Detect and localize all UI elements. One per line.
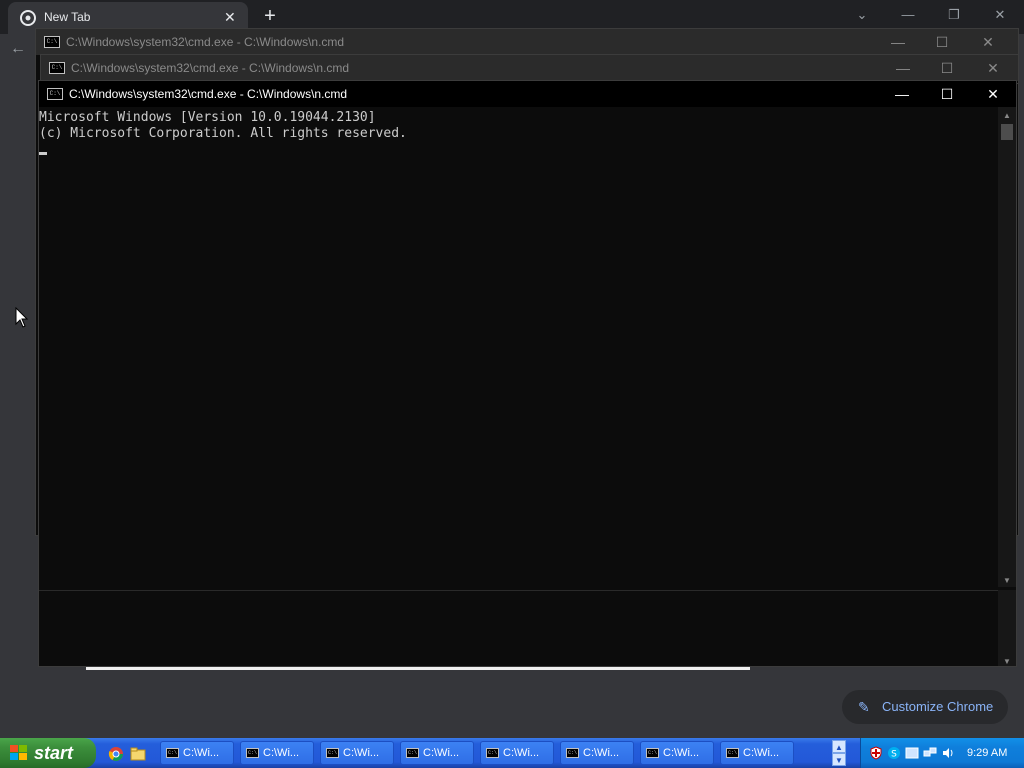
taskbar-item-cmd[interactable]: C:\ C:\Wi... (320, 741, 394, 765)
svg-text:S: S (891, 750, 897, 760)
mouse-pointer-icon (15, 307, 29, 328)
customize-chrome-button[interactable]: ✎ Customize Chrome (842, 690, 1008, 724)
task-label: C:\Wi... (663, 747, 700, 759)
system-tray: S 9:29 AM (860, 738, 1024, 768)
task-label: C:\Wi... (423, 747, 460, 759)
task-label: C:\Wi... (183, 747, 220, 759)
console-scrollbar[interactable]: ▲ ▼ (998, 107, 1016, 587)
cmd-icon: C:\ (406, 748, 419, 758)
task-label: C:\Wi... (583, 747, 620, 759)
taskbar-item-cmd[interactable]: C:\ C:\Wi... (480, 741, 554, 765)
task-label: C:\Wi... (343, 747, 380, 759)
display-icon[interactable] (905, 746, 919, 760)
minimize-button[interactable]: — (882, 83, 922, 105)
console-line: (c) Microsoft Corporation. All rights re… (39, 126, 407, 141)
horizontal-scrollbar[interactable] (86, 667, 750, 670)
cmd-icon: C:\ (246, 748, 259, 758)
network-icon[interactable] (923, 746, 937, 760)
text-cursor (39, 152, 47, 155)
chrome-restore-button[interactable]: ❐ (934, 4, 974, 26)
cmd-icon: C:\ (49, 62, 65, 74)
cmd-icon: C:\ (486, 748, 499, 758)
cmd-titlebar[interactable]: C:\ C:\Windows\system32\cmd.exe - C:\Win… (36, 29, 1018, 55)
console-lower-pane (39, 590, 999, 666)
taskbar-item-cmd[interactable]: C:\ C:\Wi... (240, 741, 314, 765)
console-cursor-line (39, 142, 999, 158)
chrome-minimize-button[interactable]: — (888, 4, 928, 26)
maximize-button[interactable]: ☐ (927, 83, 967, 105)
pencil-icon: ✎ (858, 699, 870, 715)
clock[interactable]: 9:29 AM (967, 738, 1007, 768)
cmd-icon: C:\ (566, 748, 579, 758)
cmd-icon: C:\ (726, 748, 739, 758)
minimize-button[interactable]: — (878, 31, 918, 53)
console-line: Microsoft Windows [Version 10.0.19044.21… (39, 110, 376, 125)
scrollbar-thumb[interactable] (1001, 124, 1013, 140)
taskbar: start C:\ C:\Wi... C:\ C:\Wi... C:\ C:\Wi..… (0, 738, 1024, 768)
tab-close-icon[interactable]: ✕ (224, 9, 236, 25)
scroll-up-icon[interactable]: ▲ (998, 111, 1016, 120)
skype-icon[interactable]: S (887, 746, 901, 760)
cmd-icon: C:\ (47, 88, 63, 100)
volume-icon[interactable] (941, 746, 955, 760)
tab-title: New Tab (44, 10, 91, 24)
cmd-icon: C:\ (326, 748, 339, 758)
security-shield-icon[interactable] (869, 746, 883, 760)
taskbar-scroll-down-icon[interactable]: ▼ (832, 753, 846, 766)
close-button[interactable]: ✕ (968, 31, 1008, 53)
cmd-window-active[interactable]: C:\ C:\Windows\system32\cmd.exe - C:\Win… (38, 80, 1017, 667)
taskbar-item-cmd[interactable]: C:\ C:\Wi... (560, 741, 634, 765)
cmd-titlebar[interactable]: C:\ C:\Windows\system32\cmd.exe - C:\Win… (39, 81, 1016, 107)
cmd-title: C:\Windows\system32\cmd.exe - C:\Windows… (69, 87, 348, 101)
cmd-icon: C:\ (44, 36, 60, 48)
maximize-button[interactable]: ☐ (922, 31, 962, 53)
start-label: start (34, 743, 74, 763)
taskbar-item-cmd[interactable]: C:\ C:\Wi... (640, 741, 714, 765)
minimize-button[interactable]: — (883, 57, 923, 79)
task-label: C:\Wi... (503, 747, 540, 759)
task-label: C:\Wi... (263, 747, 300, 759)
new-tab-button[interactable]: + (260, 5, 280, 27)
chrome-icon (20, 10, 36, 26)
taskbar-item-cmd[interactable]: C:\ C:\Wi... (160, 741, 234, 765)
windows-logo-icon (10, 745, 28, 761)
scroll-down-icon[interactable]: ▼ (998, 657, 1016, 666)
cmd-icon: C:\ (646, 748, 659, 758)
cmd-title: C:\Windows\system32\cmd.exe - C:\Windows… (71, 61, 350, 75)
taskbar-item-cmd[interactable]: C:\ C:\Wi... (720, 741, 794, 765)
taskbar-scroll-up-icon[interactable]: ▲ (832, 740, 846, 753)
close-button[interactable]: ✕ (973, 83, 1013, 105)
start-button[interactable]: start (0, 738, 96, 768)
console-output[interactable]: Microsoft Windows [Version 10.0.19044.21… (39, 107, 999, 587)
maximize-button[interactable]: ☐ (927, 57, 967, 79)
chrome-quicklaunch-icon[interactable] (108, 746, 124, 762)
chrome-close-button[interactable]: ✕ (980, 4, 1020, 26)
desktop: New Tab ✕ + ⌄ — ❐ ✕ ← ✎ Customize Chrome… (0, 0, 1024, 768)
task-label: C:\Wi... (743, 747, 780, 759)
taskbar-item-cmd[interactable]: C:\ C:\Wi... (400, 741, 474, 765)
customize-chrome-label: Customize Chrome (882, 699, 994, 714)
lower-scrollbar[interactable]: ▼ (998, 590, 1016, 666)
cmd-icon: C:\ (166, 748, 179, 758)
cmd-titlebar[interactable]: C:\ C:\Windows\system32\cmd.exe - C:\Win… (41, 55, 1018, 81)
chevron-down-icon[interactable]: ⌄ (842, 4, 882, 26)
folder-icon[interactable] (130, 746, 146, 762)
back-arrow-icon[interactable]: ← (10, 40, 26, 58)
cmd-title: C:\Windows\system32\cmd.exe - C:\Windows… (66, 35, 345, 49)
scroll-down-icon[interactable]: ▼ (998, 576, 1016, 585)
taskbar-scroll[interactable]: ▲ ▼ (832, 740, 846, 766)
close-button[interactable]: ✕ (973, 57, 1013, 79)
